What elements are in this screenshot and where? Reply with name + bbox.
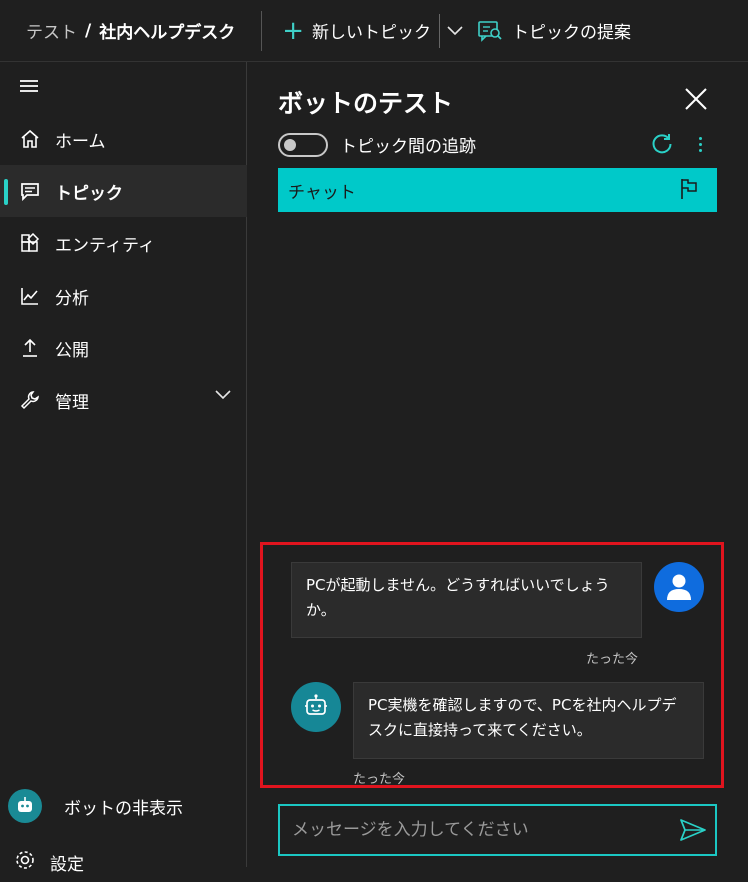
sidebar-item-label: 管理 [55,392,89,413]
message-input-box [278,804,717,856]
toolbar-divider [261,10,263,51]
test-bot-panel: ボットのテスト トピック間の追跡 チャット PCが起動しません。どうすればいいで… [248,62,748,867]
user-message-bubble: PCが起動しません。どうすればいいでしょうか。 [291,562,642,638]
chart-icon [19,285,41,307]
hamburger-line [20,90,38,92]
flag-icon [681,179,697,199]
hide-bot-label: ボットの非表示 [64,798,183,819]
sidebar-item-topics[interactable]: トピック [0,165,247,217]
entity-icon [19,232,41,254]
chat-header-bar: チャット [278,168,717,212]
close-icon [685,88,707,110]
sidebar-item-label: 分析 [55,288,89,309]
gear-icon [14,849,36,876]
breadcrumb-parent[interactable]: テスト [26,18,77,43]
bot-icon [8,789,42,823]
hamburger-menu-button[interactable] [20,80,38,94]
new-topic-label: 新しいトピック [312,23,432,43]
chevron-down-icon [447,25,463,35]
refresh-button[interactable] [650,132,674,156]
bot-icon [305,694,327,715]
sidebar-item-home[interactable]: ホーム [0,113,247,165]
sidebar-item-publish[interactable]: 公開 [0,322,247,374]
breadcrumb: テスト / 社内ヘルプデスク [0,0,235,62]
new-topic-dropdown-button[interactable] [440,0,470,62]
wrench-icon [19,389,41,411]
panel-title: ボットのテスト [278,89,454,118]
more-dot [698,136,702,140]
send-icon [680,819,706,841]
top-bar: テスト / 社内ヘルプデスク + 新しいトピック トピックの提案 [0,0,748,62]
bot-message-bubble: PC実機を確認しますので、PCを社内ヘルプデスクに直接持って来てください。 [353,682,704,759]
plus-icon: + [282,15,305,46]
chevron-down-icon [215,390,231,400]
close-button[interactable] [683,86,709,112]
bot-avatar [291,682,341,732]
bot-message-timestamp: たった今 [353,772,406,787]
hamburger-line [20,80,38,82]
sidebar-item-manage[interactable]: 管理 [0,374,247,426]
message-input[interactable] [280,806,671,854]
settings-label: 設定 [50,854,84,875]
home-icon [19,128,41,150]
person-icon [667,574,691,600]
tracking-toggle-row: トピック間の追跡 [278,132,476,157]
tracking-toggle[interactable] [278,132,328,157]
sidebar-item-label: 公開 [55,340,89,361]
refresh-icon [652,134,672,154]
user-avatar [654,562,704,612]
settings-button[interactable]: 設定 [0,842,84,882]
breadcrumb-separator: / [85,20,92,41]
topic-suggest-icon [478,20,502,42]
suggest-topic-label: トピックの提案 [512,23,632,43]
hide-bot-button[interactable]: ボットの非表示 [0,780,247,832]
new-topic-button[interactable]: + 新しいトピック [282,0,431,62]
sidebar-item-label: ホーム [55,131,106,152]
sidebar-item-label: トピック [55,183,123,204]
tracking-label: トピック間の追跡 [340,137,476,157]
sidebar-item-analytics[interactable]: 分析 [0,270,247,322]
send-button[interactable] [671,806,715,854]
toggle-knob [284,138,296,151]
user-message-timestamp: たった今 [586,652,639,667]
breadcrumb-current: 社内ヘルプデスク [99,23,236,43]
chat-tab-label: チャット [288,182,356,203]
more-dot [698,142,702,146]
sidebar-item-label: エンティティ [55,235,155,256]
sidebar-item-entities[interactable]: エンティティ [0,217,247,269]
more-dot [698,148,702,152]
upload-icon [19,337,41,359]
chat-icon [19,180,41,202]
more-options-button[interactable] [690,132,710,156]
sidebar: ホーム トピック エンティティ 分析 公開 管理 ボットの非表示 設定 [0,62,247,875]
flag-button[interactable] [679,178,699,205]
suggest-topic-button[interactable]: トピックの提案 [478,0,631,62]
hamburger-line [20,85,38,87]
